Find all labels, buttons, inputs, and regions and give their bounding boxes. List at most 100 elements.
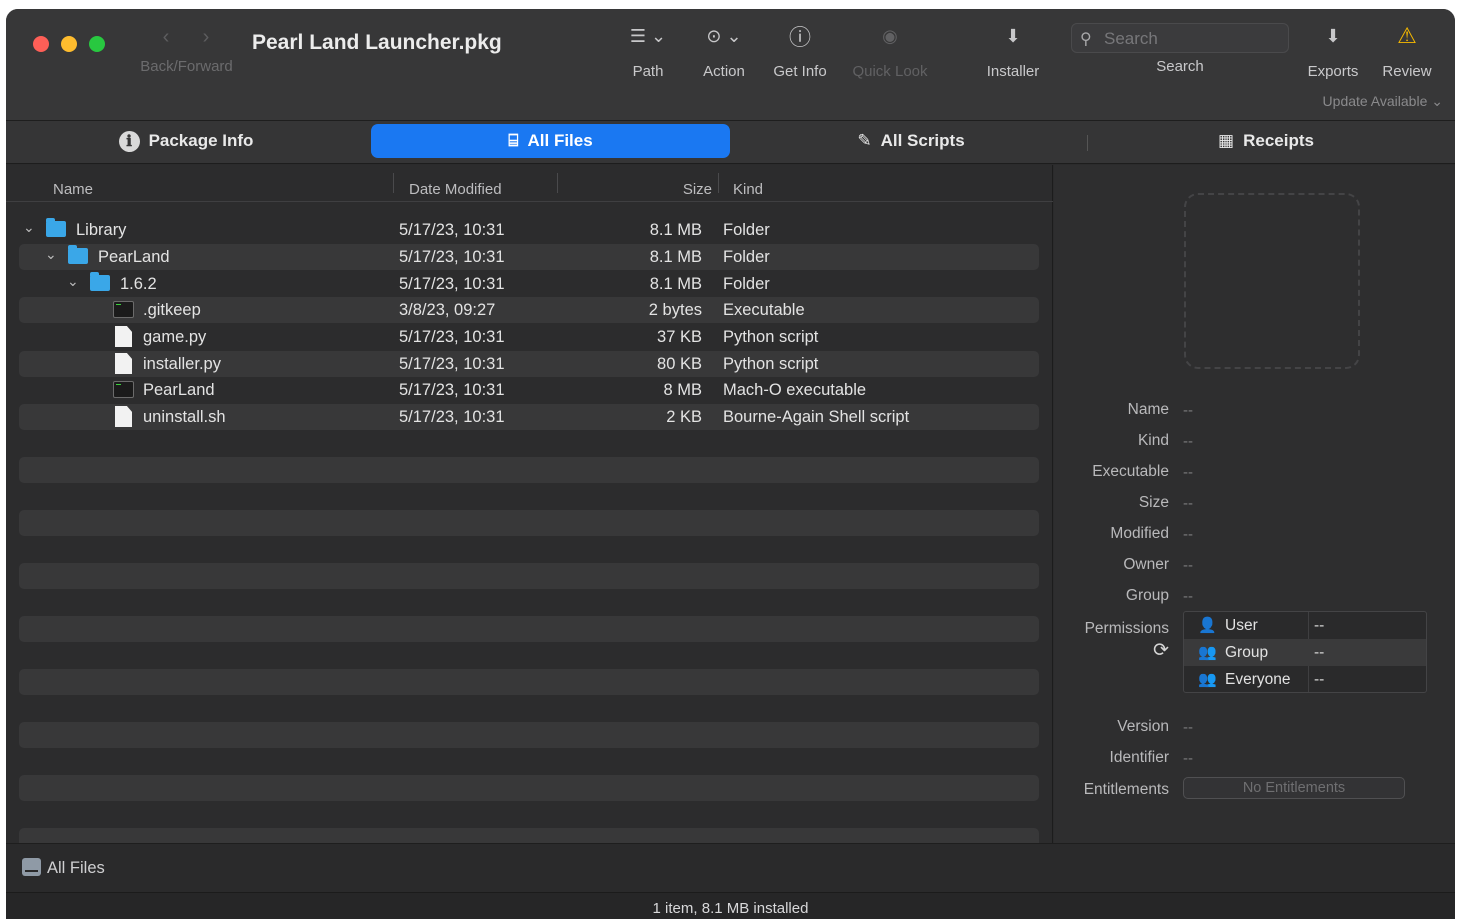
quick-look-button[interactable]: ◉ Quick Look [846,21,934,85]
file-date: 5/17/23, 10:31 [399,355,505,373]
table-row[interactable]: ⌄ PearLand 5/17/23, 10:31 8.1 MB Folder [19,244,1039,270]
file-kind: Folder [723,275,770,293]
column-divider[interactable] [718,173,719,193]
review-button[interactable]: ⚠ Review [1376,21,1438,85]
drive-icon [22,858,41,876]
permission-value: -- [1314,644,1325,661]
file-date: 5/17/23, 10:31 [399,381,505,399]
group-icon: 👥 [1198,644,1217,661]
column-header-size[interactable]: Size [646,181,712,198]
chevron-down-icon[interactable]: ⌄ [67,273,79,290]
folder-icon [68,245,88,264]
receipt-icon: ▦ [1218,131,1235,150]
tab-receipts[interactable]: ▦ Receipts [1211,124,1321,158]
table-row[interactable]: ⌄ Library 5/17/23, 10:31 8.1 MB Folder [19,217,1039,243]
path-label: Path [632,63,664,80]
search-field[interactable]: ⚲ [1071,23,1289,53]
column-header-name[interactable]: Name [53,181,93,198]
minimize-window-button[interactable] [61,36,77,52]
file-date: 5/17/23, 10:31 [399,275,505,293]
tab-all-files[interactable]: ⌸ All Files [371,124,730,158]
file-kind: Mach-O executable [723,381,867,399]
list-chevron-icon: ☰ ⌄ [629,25,667,46]
column-divider[interactable] [557,173,558,193]
file-kind: Folder [723,248,770,266]
executable-icon [113,301,134,318]
file-date: 3/8/23, 09:27 [399,301,496,319]
tab-all-scripts[interactable]: ✎ All Scripts [846,124,976,158]
forward-chevron-icon[interactable]: › [196,27,216,49]
refresh-icon[interactable]: ⟳ [1153,639,1169,662]
install-box-icon: ⬇ [1005,25,1021,46]
path-bar-label[interactable]: All Files [47,859,105,878]
entitlements-label: Entitlements [1083,781,1169,798]
installer-button[interactable]: ⬇ Installer [979,21,1047,85]
eye-icon: ◉ [882,25,898,46]
permission-row-everyone[interactable]: 👥 Everyone -- [1184,666,1426,693]
update-available-link[interactable]: Update Available ⌄ [1323,93,1443,110]
close-window-button[interactable] [33,36,49,52]
column-header-kind[interactable]: Kind [733,181,763,198]
user-icon: 👤 [1198,617,1217,634]
search-icon: ⚲ [1080,31,1092,48]
zoom-window-button[interactable] [89,36,105,52]
no-entitlements-button[interactable]: No Entitlements [1183,777,1405,799]
identifier-label: Identifier [1109,749,1169,766]
permissions-label: Permissions [1084,620,1169,637]
tab-all-files-label: All Files [527,131,593,150]
file-preview-placeholder [1184,193,1360,369]
kind-value: -- [1183,433,1193,450]
empty-row-stripe [19,669,1039,695]
file-name: installer.py [143,355,221,373]
permission-row-user[interactable]: 👤 User -- [1184,612,1426,639]
executable-value: -- [1183,464,1193,481]
version-value: -- [1183,719,1193,736]
group-value: -- [1183,588,1193,605]
table-row[interactable]: uninstall.sh 5/17/23, 10:31 2 KB Bourne-… [19,404,1039,430]
path-button[interactable]: ☰ ⌄ Path [618,21,678,85]
toolbar: ‹ › Back/Forward Pearl Land Launcher.pkg… [6,9,1455,121]
exports-label: Exports [1307,63,1359,80]
file-size: 2 bytes [648,301,702,319]
document-icon [115,406,132,427]
exports-button[interactable]: ⬇ Exports [1300,21,1366,85]
permission-row-group[interactable]: 👥 Group -- [1184,639,1426,666]
empty-row-stripe [19,563,1039,589]
table-row[interactable]: installer.py 5/17/23, 10:31 80 KB Python… [19,351,1039,377]
empty-row-stripe [19,722,1039,748]
name-value: -- [1183,402,1193,419]
folder-icon [90,272,110,291]
chevron-down-icon[interactable]: ⌄ [45,246,57,263]
review-label: Review [1382,63,1432,80]
action-label: Action [703,63,745,80]
action-button[interactable]: ⊙ ⌄ Action [694,21,754,85]
file-size: 37 KB [657,328,702,346]
file-kind: Bourne-Again Shell script [723,408,910,426]
column-divider[interactable] [393,173,394,193]
get-info-button[interactable]: ⓘ Get Info [766,21,834,85]
executable-icon [113,381,134,398]
tab-package-info[interactable]: ℹ Package Info [116,124,256,158]
ellipsis-circle-icon: ⊙ ⌄ [706,25,742,46]
back-forward-label: Back/Forward [140,58,233,75]
path-bar: All Files [6,843,1455,892]
permission-value: -- [1314,671,1325,688]
name-label: Name [1127,401,1169,418]
back-chevron-icon[interactable]: ‹ [156,27,176,49]
chevron-down-icon[interactable]: ⌄ [23,219,35,236]
group-label: Group [1125,587,1169,604]
version-label: Version [1117,718,1169,735]
permissions-table: 👤 User -- 👥 Group -- 👥 Everyone -- [1183,611,1427,693]
table-row[interactable]: .gitkeep 3/8/23, 09:27 2 bytes Executabl… [19,297,1039,323]
permission-who: Everyone [1225,671,1291,688]
tab-divider [1087,135,1088,151]
search-input[interactable] [1104,28,1284,50]
file-size: 8 MB [663,381,702,399]
owner-label: Owner [1123,556,1169,573]
column-header-date[interactable]: Date Modified [409,181,502,198]
table-row[interactable]: PearLand 5/17/23, 10:31 8 MB Mach-O exec… [19,377,1039,403]
document-icon [115,326,132,347]
table-row[interactable]: game.py 5/17/23, 10:31 37 KB Python scri… [19,324,1039,350]
table-row[interactable]: ⌄ 1.6.2 5/17/23, 10:31 8.1 MB Folder [19,271,1039,297]
file-kind: Python script [723,328,819,346]
